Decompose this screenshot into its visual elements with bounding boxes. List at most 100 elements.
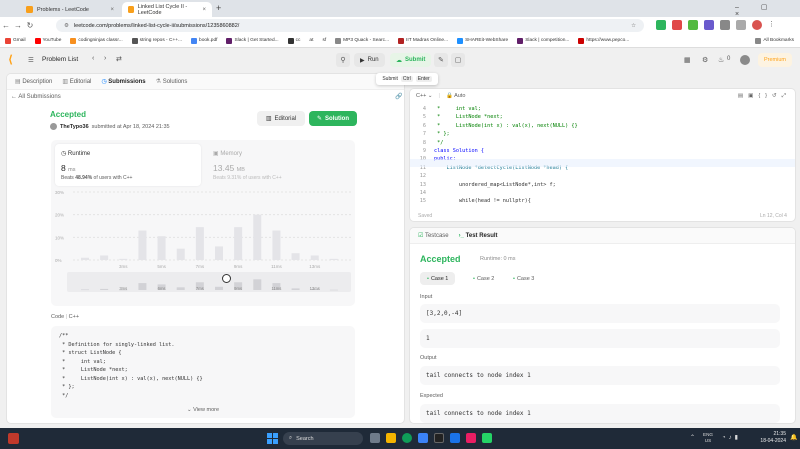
chart-minimap[interactable] [67, 272, 351, 292]
run-button[interactable]: ▶ Run [354, 53, 385, 67]
all-bookmarks[interactable]: All Bookmarks [755, 37, 794, 44]
bookmark-book-pdf[interactable]: book.pdf [191, 37, 217, 44]
problem-list-link[interactable]: Problem List [42, 56, 78, 63]
editor-line[interactable]: 5 * ListNode *next; [410, 113, 578, 121]
chart-bar[interactable] [119, 258, 128, 260]
close-icon[interactable]: × [110, 7, 114, 13]
tab-submissions[interactable]: ◷ Submissions [101, 78, 145, 85]
runtime-box[interactable]: ◷ Runtime 8 ms Beats 48.94% of users wit… [55, 144, 201, 186]
clock[interactable]: 21:35 18-04-2024 [752, 431, 786, 445]
chart-bar[interactable] [138, 230, 147, 260]
editor-line[interactable]: 7 * }; [410, 130, 578, 138]
file-explorer-icon[interactable] [386, 433, 396, 443]
bookmark-shareit[interactable]: SHAREit-WebShare [457, 37, 508, 44]
menu-kebab-icon[interactable]: ⋮ [768, 20, 775, 30]
downloads-icon[interactable] [736, 20, 746, 30]
tab-test-result[interactable]: ›_ Test Result [459, 233, 498, 239]
chart-bar[interactable] [234, 227, 243, 260]
notes-icon[interactable]: ✎ [434, 53, 448, 67]
bookmark-sf[interactable]: sf [322, 38, 326, 43]
debug-icon[interactable]: ⚲ [336, 53, 350, 67]
editor-line[interactable]: 12 [410, 172, 578, 180]
layout-icon[interactable]: ▦ [684, 56, 691, 64]
reload-icon[interactable]: ↻ [24, 21, 36, 30]
premium-button[interactable]: Premium [758, 53, 793, 67]
avatar[interactable] [752, 20, 762, 30]
editorial-button[interactable]: ▥ Editorial [257, 111, 305, 126]
shuffle-icon[interactable]: ⇄ [116, 55, 122, 63]
chart-bar[interactable] [329, 258, 338, 260]
bookmark-iitm[interactable]: IIT Madras Online... [398, 37, 448, 44]
avatar[interactable] [740, 55, 750, 65]
vscode-icon[interactable] [418, 433, 428, 443]
editor-actions[interactable]: ▤▣{}↺⤢ [738, 93, 791, 100]
editor-line[interactable]: 15 while(head != nullptr){ [410, 197, 578, 205]
language-select[interactable]: C++ ⌄ [416, 93, 433, 99]
avatar[interactable] [50, 123, 57, 130]
window-controls[interactable]: – ▢ × [735, 3, 800, 18]
extension-icon[interactable] [704, 20, 714, 30]
browser-tab-problems[interactable]: Problems - LeetCode × [20, 2, 120, 17]
settings-gear-icon[interactable]: ⚙ [702, 56, 708, 64]
app-icon[interactable] [450, 433, 460, 443]
all-submissions-link[interactable]: ← All Submissions [11, 94, 61, 100]
input-language[interactable]: ENG US [703, 432, 713, 444]
task-view-icon[interactable] [370, 433, 380, 443]
case-3-tab[interactable]: • Case 3 [506, 272, 541, 285]
back-arrow-icon[interactable]: ← [0, 21, 12, 30]
memory-box[interactable]: ▣ Memory 13.45 MB Beats 9.31% of users w… [209, 144, 349, 186]
view-more-button[interactable]: ⌄ View more [187, 407, 219, 413]
submit-button[interactable]: ☁ Submit [390, 53, 432, 67]
share-link-icon[interactable]: 🔗 [395, 93, 402, 100]
leetcode-logo-icon[interactable]: ⟨ [8, 54, 20, 66]
editor-code[interactable]: 4 * int val; 5 * ListNode *next; 6 * ListN… [410, 105, 578, 206]
site-info-icon[interactable]: ⚙ [64, 23, 69, 29]
widgets-icon[interactable] [8, 433, 19, 444]
chart-bar[interactable] [253, 214, 262, 260]
browser-tab-linked-list[interactable]: Linked List Cycle II - LeetCode × [122, 2, 212, 17]
chart-bar[interactable] [157, 236, 166, 260]
bookmark-cc[interactable]: cc [287, 37, 300, 44]
case-2-tab[interactable]: • Case 2 [466, 272, 501, 285]
prev-problem-icon[interactable]: ‹ [92, 55, 94, 62]
chart-bar[interactable] [195, 227, 204, 260]
extension-icon[interactable] [656, 20, 666, 30]
windows-start-icon[interactable] [267, 433, 278, 444]
extension-icon[interactable] [672, 20, 682, 30]
editor-line[interactable]: 8 */ [410, 139, 578, 147]
forward-arrow-icon[interactable]: → [12, 21, 24, 30]
bookmark-slack-competition[interactable]: Slack | competition... [517, 37, 569, 44]
new-tab-icon[interactable]: + [216, 3, 221, 13]
chart-bar[interactable] [81, 257, 89, 260]
tab-description[interactable]: ▤ Description [15, 78, 52, 85]
next-problem-icon[interactable]: › [104, 55, 106, 62]
chart-bar[interactable] [215, 246, 223, 260]
bookmark-youtube[interactable]: YouTube [34, 37, 61, 44]
bookmark-codingninjas[interactable]: codingninjas classr... [70, 37, 123, 44]
chart-bar[interactable] [272, 230, 281, 260]
taskbar-search[interactable]: ⌕ Search [283, 432, 363, 445]
chart-bar[interactable] [100, 255, 109, 260]
tab-testcase[interactable]: ☑ Testcase [418, 232, 449, 239]
bookmark-at[interactable]: at [309, 38, 313, 43]
your-submission-marker[interactable] [222, 274, 231, 283]
editor-line[interactable]: 4 * int val; [410, 105, 578, 113]
chart-bar[interactable] [310, 255, 319, 260]
bookmark-pepco[interactable]: https://www.pepco... [578, 37, 629, 44]
editor-line[interactable]: 13 unordered_map<ListNode*,int> f; [410, 181, 578, 189]
editor-line[interactable]: 6 * ListNode(int x) : val(x), next(NULL)… [410, 122, 578, 130]
case-1-tab[interactable]: • Case 1 [420, 272, 456, 285]
bookmark-mp3[interactable]: MP3 Quack - Searc... [335, 37, 389, 44]
bookmark-slack[interactable]: Slack | Get Started... [226, 37, 279, 44]
chart-bar[interactable] [291, 253, 300, 260]
editor-line[interactable]: 9 class Solution { [410, 147, 578, 155]
streak-fire-icon[interactable]: ♨ [718, 56, 724, 64]
app-icon[interactable] [466, 433, 476, 443]
tray-icons[interactable]: ◔♪▮ [722, 434, 741, 441]
chart-bar[interactable] [176, 248, 185, 260]
list-icon[interactable]: ☰ [28, 56, 34, 64]
bookmark-string-repos[interactable]: string repos - C++... [131, 37, 182, 44]
tab-editorial[interactable]: ▥ Editorial [62, 78, 91, 85]
tab-solutions[interactable]: ⚗ Solutions [156, 78, 188, 85]
whatsapp-icon[interactable] [482, 433, 492, 443]
